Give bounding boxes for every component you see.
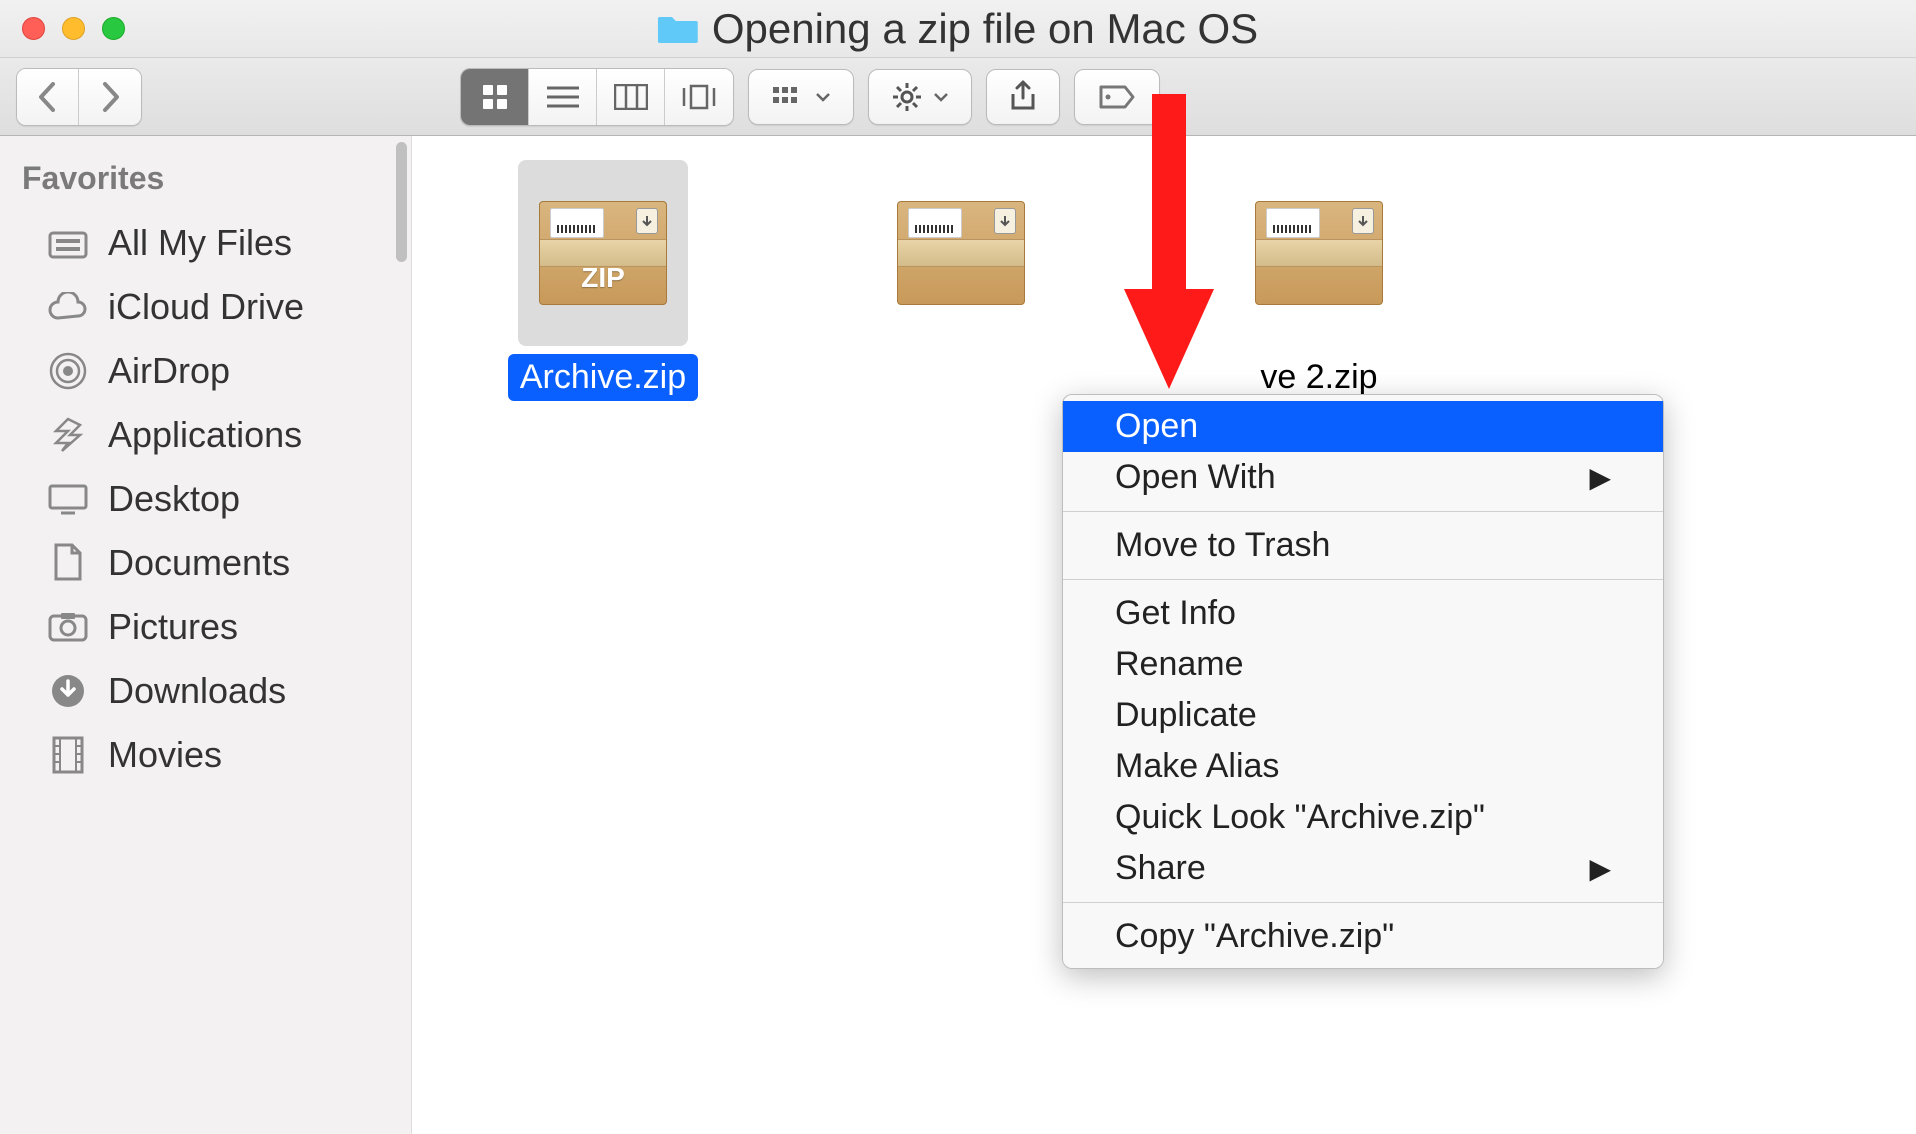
- share-button[interactable]: [986, 69, 1060, 125]
- menu-item-rename[interactable]: Rename: [1063, 639, 1663, 690]
- share-icon: [1009, 80, 1037, 114]
- desktop-icon: [46, 477, 90, 521]
- zip-archive-icon: ZIP: [539, 201, 667, 305]
- titlebar: Opening a zip file on Mac OS: [0, 0, 1916, 58]
- sidebar-item-label: All My Files: [108, 222, 292, 264]
- content-area[interactable]: ZIP Archive.zip: [412, 136, 1916, 1134]
- submenu-arrow-icon: ▶: [1589, 461, 1611, 494]
- sidebar-scrollbar[interactable]: [396, 142, 407, 262]
- sidebar-item-label: Downloads: [108, 670, 286, 712]
- tag-icon: [1097, 83, 1137, 111]
- menu-item-open[interactable]: Open: [1063, 401, 1663, 452]
- view-group: [460, 68, 734, 126]
- file-item[interactable]: [876, 160, 1046, 401]
- window-title: Opening a zip file on Mac OS: [658, 5, 1258, 53]
- coverflow-view-button[interactable]: [665, 69, 733, 125]
- context-menu: Open Open With ▶ Move to Trash Get Info …: [1062, 394, 1664, 969]
- menu-divider: [1063, 579, 1663, 580]
- sidebar-item-all-files[interactable]: All My Files: [0, 211, 411, 275]
- back-button[interactable]: [17, 69, 79, 125]
- all-files-icon: [46, 221, 90, 265]
- submenu-arrow-icon: ▶: [1589, 852, 1611, 885]
- sidebar-item-label: Movies: [108, 734, 222, 776]
- menu-item-make-alias[interactable]: Make Alias: [1063, 741, 1663, 792]
- sidebar-item-icloud[interactable]: iCloud Drive: [0, 275, 411, 339]
- sidebar-heading: Favorites: [0, 160, 411, 211]
- list-view-button[interactable]: [529, 69, 597, 125]
- file-item[interactable]: ve 2.zip: [1234, 160, 1404, 401]
- folder-icon: [658, 13, 698, 45]
- chevron-down-icon: [815, 92, 831, 102]
- menu-item-trash[interactable]: Move to Trash: [1063, 520, 1663, 571]
- close-button[interactable]: [22, 17, 45, 40]
- downloads-icon: [46, 669, 90, 713]
- file-icon: [876, 160, 1046, 346]
- menu-divider: [1063, 902, 1663, 903]
- file-grid: ZIP Archive.zip: [452, 160, 1876, 401]
- nav-group: [16, 68, 142, 126]
- menu-item-duplicate[interactable]: Duplicate: [1063, 690, 1663, 741]
- menu-item-get-info[interactable]: Get Info: [1063, 588, 1663, 639]
- movies-icon: [46, 733, 90, 777]
- sidebar-item-pictures[interactable]: Pictures: [0, 595, 411, 659]
- sidebar-item-label: AirDrop: [108, 350, 230, 392]
- menu-item-share[interactable]: Share ▶: [1063, 843, 1663, 894]
- sidebar-item-airdrop[interactable]: AirDrop: [0, 339, 411, 403]
- tags-button[interactable]: [1074, 69, 1160, 125]
- sidebar-item-applications[interactable]: Applications: [0, 403, 411, 467]
- file-icon: [1234, 160, 1404, 346]
- pictures-icon: [46, 605, 90, 649]
- sidebar: Favorites All My Files iCloud Drive AirD…: [0, 136, 412, 1134]
- minimize-button[interactable]: [62, 17, 85, 40]
- zip-archive-icon: [897, 201, 1025, 305]
- sidebar-item-label: iCloud Drive: [108, 286, 304, 328]
- toolbar: [0, 58, 1916, 136]
- arrange-button[interactable]: [748, 69, 854, 125]
- menu-divider: [1063, 511, 1663, 512]
- maximize-button[interactable]: [102, 17, 125, 40]
- file-icon: ZIP: [518, 160, 688, 346]
- sidebar-item-desktop[interactable]: Desktop: [0, 467, 411, 531]
- cloud-icon: [46, 285, 90, 329]
- column-view-button[interactable]: [597, 69, 665, 125]
- sidebar-item-label: Documents: [108, 542, 290, 584]
- gear-icon: [891, 81, 923, 113]
- chevron-down-icon: [933, 92, 949, 102]
- sidebar-item-movies[interactable]: Movies: [0, 723, 411, 787]
- applications-icon: [46, 413, 90, 457]
- sidebar-item-label: Applications: [108, 414, 302, 456]
- forward-button[interactable]: [79, 69, 141, 125]
- main-area: Favorites All My Files iCloud Drive AirD…: [0, 136, 1916, 1134]
- file-label: Archive.zip: [508, 354, 698, 401]
- zip-archive-icon: [1255, 201, 1383, 305]
- airdrop-icon: [46, 349, 90, 393]
- documents-icon: [46, 541, 90, 585]
- sidebar-item-label: Desktop: [108, 478, 240, 520]
- file-item[interactable]: ZIP Archive.zip: [518, 160, 688, 401]
- icon-view-button[interactable]: [461, 69, 529, 125]
- menu-item-quick-look[interactable]: Quick Look "Archive.zip": [1063, 792, 1663, 843]
- file-label: [949, 354, 973, 362]
- menu-item-copy[interactable]: Copy "Archive.zip": [1063, 911, 1663, 962]
- sidebar-item-documents[interactable]: Documents: [0, 531, 411, 595]
- menu-item-open-with[interactable]: Open With ▶: [1063, 452, 1663, 503]
- sidebar-item-label: Pictures: [108, 606, 238, 648]
- window-title-text: Opening a zip file on Mac OS: [712, 5, 1258, 53]
- action-button[interactable]: [868, 69, 972, 125]
- sidebar-item-downloads[interactable]: Downloads: [0, 659, 411, 723]
- traffic-lights: [0, 17, 125, 40]
